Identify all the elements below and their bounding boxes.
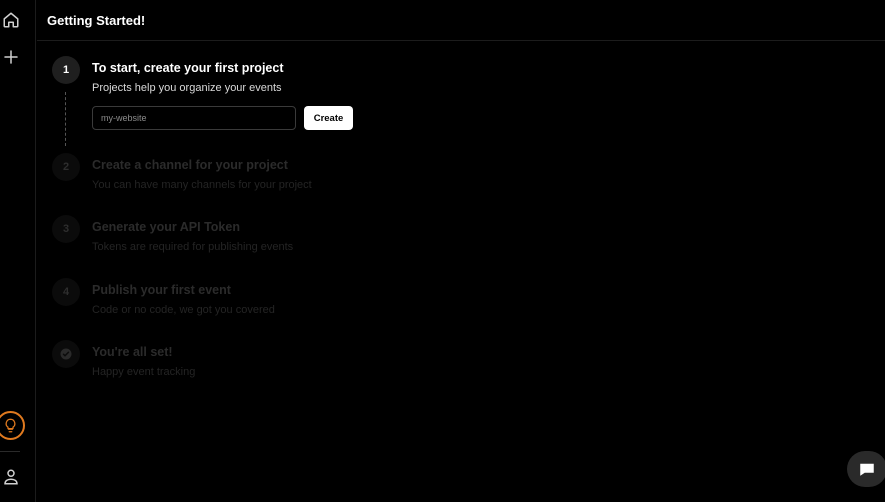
step-title: Publish your first event xyxy=(92,283,231,297)
step-subtitle: Happy event tracking xyxy=(92,366,196,378)
step-title: Create a channel for your project xyxy=(92,158,288,172)
step-subtitle: Projects help you organize your events xyxy=(92,82,282,94)
create-project-button[interactable]: Create xyxy=(304,106,353,130)
step-number: 3 xyxy=(52,215,80,243)
page-header: Getting Started! xyxy=(37,0,885,41)
sidebar-divider xyxy=(0,451,20,452)
step-subtitle: Tokens are required for publishing event… xyxy=(92,241,294,253)
step-connector xyxy=(65,92,66,146)
check-icon xyxy=(60,348,72,360)
step-number: 4 xyxy=(52,278,80,306)
project-name-input[interactable] xyxy=(92,106,296,130)
step-title: To start, create your first project xyxy=(92,61,284,75)
plus-icon[interactable] xyxy=(0,46,22,68)
home-icon[interactable] xyxy=(0,9,22,31)
sidebar xyxy=(0,0,36,502)
step-number: 2 xyxy=(52,153,80,181)
step-subtitle: You can have many channels for your proj… xyxy=(92,179,312,191)
page-title: Getting Started! xyxy=(47,13,146,28)
step-title: Generate your API Token xyxy=(92,220,240,234)
step-title: You're all set! xyxy=(92,345,173,359)
step-check xyxy=(52,340,80,368)
user-icon[interactable] xyxy=(0,466,22,488)
lightbulb-icon[interactable] xyxy=(0,411,25,440)
step-number: 1 xyxy=(52,56,80,84)
step-subtitle: Code or no code, we got you covered xyxy=(92,304,275,316)
chat-icon[interactable] xyxy=(847,451,885,487)
